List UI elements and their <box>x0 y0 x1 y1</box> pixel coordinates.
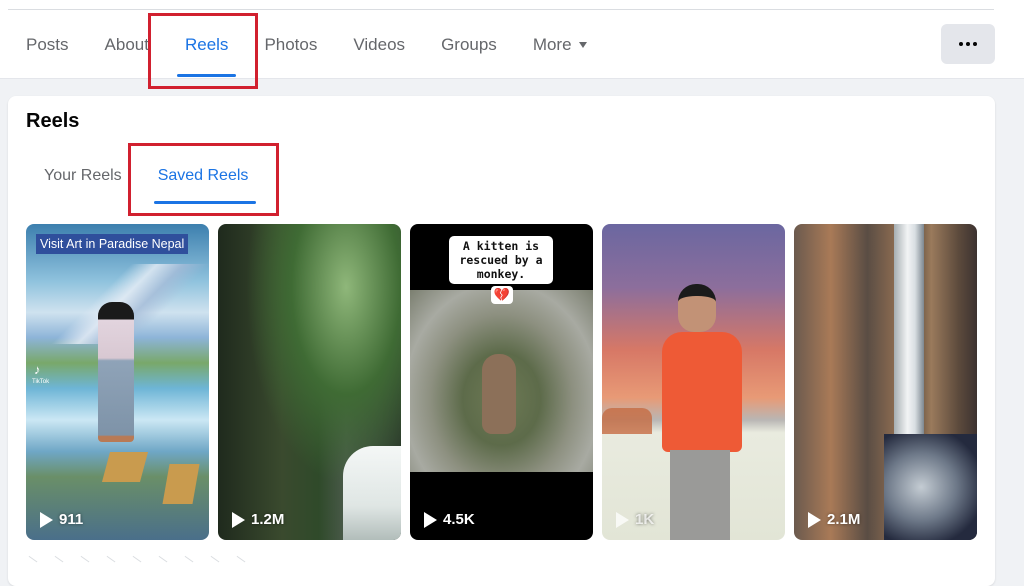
view-count-text: 1K <box>635 511 655 528</box>
view-count-text: 911 <box>59 511 84 528</box>
view-count-text: 1.2M <box>251 511 285 528</box>
reel-card[interactable]: Visit Art in Paradise Nepal ♪ TikTok 911 <box>26 224 209 540</box>
reel-card[interactable]: 1.2M <box>218 224 401 540</box>
thumbnail-art <box>162 464 200 504</box>
thumbnail-art <box>101 452 149 482</box>
placeholder-mark <box>76 555 90 569</box>
tiktok-icon: ♪ <box>34 362 41 377</box>
view-count-text: 2.1M <box>827 511 861 528</box>
tab-label: Posts <box>26 34 69 54</box>
active-subtab-indicator <box>153 201 257 204</box>
view-count: 1K <box>616 511 654 528</box>
placeholder-mark <box>128 555 142 569</box>
view-count: 911 <box>40 511 83 528</box>
view-count: 4.5K <box>424 511 475 528</box>
caret-down-icon <box>578 41 587 48</box>
subtab-saved-reels[interactable]: Saved Reels <box>140 148 267 204</box>
more-options-button[interactable] <box>941 24 995 64</box>
reels-grid: Visit Art in Paradise Nepal ♪ TikTok 911… <box>26 224 977 540</box>
watermark-label: TikTok <box>32 379 50 385</box>
active-tab-indicator <box>176 74 237 77</box>
thumbnail-art <box>602 408 652 434</box>
tab-label: Reels <box>184 34 229 54</box>
placeholder-mark <box>24 555 38 569</box>
thumbnail-art <box>98 302 134 442</box>
reel-card[interactable]: 1K <box>602 224 785 540</box>
tab-more[interactable]: More <box>515 10 605 79</box>
view-count: 1.2M <box>232 511 284 528</box>
profile-tabs: Posts About Reels Photos Videos Groups M… <box>8 10 605 79</box>
subtab-label: Your Reels <box>44 167 122 184</box>
play-icon <box>424 511 437 528</box>
view-count: 2.1M <box>808 511 860 528</box>
tab-label: Videos <box>353 34 406 54</box>
tab-reels[interactable]: Reels <box>167 10 246 79</box>
tab-photos[interactable]: Photos <box>246 10 335 79</box>
view-count-text: 4.5K <box>443 511 475 528</box>
thumbnail-art <box>678 284 716 332</box>
thumbnail-art <box>662 332 742 452</box>
tab-label: Groups <box>441 34 497 54</box>
dot <box>966 42 970 46</box>
placeholder-mark <box>154 555 168 569</box>
thumbnail-art <box>670 450 730 540</box>
reels-subtabs: Your Reels Saved Reels <box>26 148 266 208</box>
subtab-label: Saved Reels <box>157 167 249 184</box>
dot <box>959 42 963 46</box>
play-icon <box>40 511 53 528</box>
placeholder-mark <box>50 555 64 569</box>
section-title: Reels <box>26 110 80 132</box>
broken-heart-icon: 💔 <box>491 286 513 304</box>
play-icon <box>232 511 245 528</box>
play-icon <box>616 511 629 528</box>
thumbnail-art <box>343 446 401 540</box>
subtab-your-reels[interactable]: Your Reels <box>26 148 140 204</box>
tab-groups[interactable]: Groups <box>423 10 515 79</box>
loading-placeholder <box>24 555 246 569</box>
tab-label: Photos <box>264 34 318 54</box>
profile-nav-bar: Posts About Reels Photos Videos Groups M… <box>0 0 1024 79</box>
reel-caption: A kitten is rescued by a monkey. <box>449 236 553 284</box>
tab-label: More <box>532 34 572 54</box>
placeholder-mark <box>232 555 246 569</box>
placeholder-mark <box>180 555 194 569</box>
reels-card: Reels Your Reels Saved Reels Visit Art i… <box>8 96 995 586</box>
tab-about[interactable]: About <box>87 10 167 79</box>
play-icon <box>808 511 821 528</box>
placeholder-mark <box>102 555 116 569</box>
placeholder-mark <box>206 555 220 569</box>
tab-videos[interactable]: Videos <box>335 10 423 79</box>
tab-posts[interactable]: Posts <box>8 10 87 79</box>
reel-card[interactable]: 2.1M <box>794 224 977 540</box>
thumbnail-art <box>482 354 516 434</box>
thumbnail-art <box>884 434 977 540</box>
tab-label: About <box>104 34 149 54</box>
dot <box>973 42 977 46</box>
reel-card[interactable]: A kitten is rescued by a monkey. 💔 4.5K <box>410 224 593 540</box>
reel-caption: Visit Art in Paradise Nepal <box>36 234 189 254</box>
